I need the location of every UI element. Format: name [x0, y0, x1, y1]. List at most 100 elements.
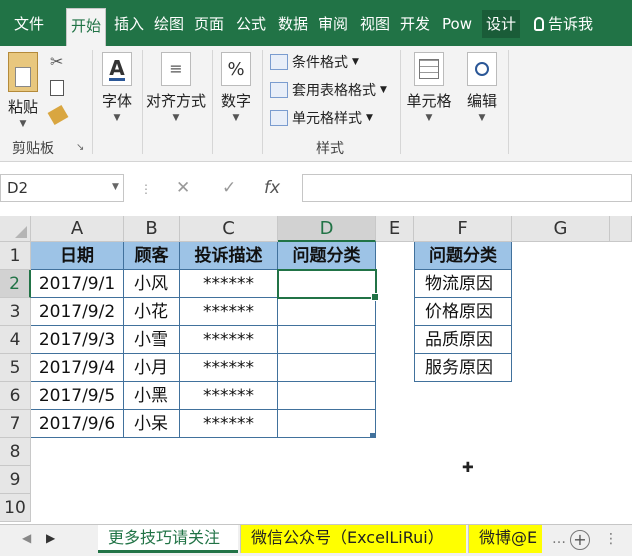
cells-button[interactable]: 单元格 ▼	[404, 52, 454, 123]
dialog-launcher-icon[interactable]: ↘	[76, 142, 84, 153]
table-cell[interactable]: 小月	[124, 354, 180, 382]
tab-draw[interactable]: 绘图	[150, 10, 186, 38]
table-cell[interactable]: ******	[180, 354, 278, 382]
lightbulb-icon	[534, 17, 544, 31]
table-cell[interactable]	[278, 410, 376, 438]
table-cell[interactable]: 2017/9/5	[31, 382, 124, 410]
category-list-item[interactable]: 品质原因	[414, 326, 512, 354]
cut-icon[interactable]: ✂	[50, 52, 63, 71]
column-header-e[interactable]: E	[376, 216, 414, 242]
paste-button[interactable]: 粘贴 ▼	[4, 52, 42, 129]
table-resize-handle[interactable]	[370, 433, 375, 438]
tab-formulas[interactable]: 公式	[232, 10, 268, 38]
category-list-item[interactable]: 物流原因	[414, 270, 512, 298]
tab-view[interactable]: 视图	[356, 10, 392, 38]
alignment-button[interactable]: ≡ 对齐方式 ▼	[144, 52, 208, 123]
row-header-6[interactable]: 6	[0, 382, 31, 410]
tab-home[interactable]: 开始	[66, 8, 106, 46]
tab-review[interactable]: 审阅	[314, 10, 350, 38]
cell-styles-button[interactable]: 单元格样式 ▼	[270, 108, 373, 128]
column-header-f[interactable]: F	[414, 216, 512, 242]
formula-input[interactable]	[302, 174, 632, 202]
worksheet-grid[interactable]: A B C D E F G 1 2 3 4 5 6 7 8 9 10 日期 顾客…	[0, 216, 632, 524]
column-header-a[interactable]: A	[31, 216, 124, 242]
table-cell[interactable]: ******	[180, 382, 278, 410]
cancel-icon[interactable]: ✕	[176, 178, 190, 198]
column-header-c[interactable]: C	[180, 216, 278, 242]
table-cell[interactable]: ******	[180, 270, 278, 298]
chevron-down-icon: ▼	[478, 113, 486, 123]
name-box[interactable]: D2	[0, 174, 124, 202]
chevron-down-icon: ▼	[380, 85, 387, 95]
table-cell[interactable]: ******	[180, 410, 278, 438]
table-cell[interactable]: 小花	[124, 298, 180, 326]
styles-group-label: 样式	[316, 141, 344, 157]
table-cell[interactable]	[278, 382, 376, 410]
editing-button[interactable]: 编辑 ▼	[462, 52, 502, 123]
format-as-table-button[interactable]: 套用表格格式 ▼	[270, 80, 387, 100]
tab-design[interactable]: 设计	[482, 10, 520, 38]
table-cell[interactable]: 小呆	[124, 410, 180, 438]
chevron-down-icon: ▼	[172, 113, 180, 123]
sheet-tab-wechat[interactable]: 微信公众号（ExcelLiRui）	[240, 525, 466, 553]
tab-developer[interactable]: 开发	[396, 10, 434, 38]
sheet-tab-more-tips[interactable]: 更多技巧请关注	[98, 525, 238, 553]
table-cell[interactable]: 小风	[124, 270, 180, 298]
chevron-down-icon[interactable]: ▼	[112, 182, 119, 192]
table-cell[interactable]	[278, 354, 376, 382]
row-header-7[interactable]: 7	[0, 410, 31, 438]
sheet-next-icon[interactable]: ▶	[46, 531, 55, 545]
table-cell[interactable]: 2017/9/4	[31, 354, 124, 382]
enter-icon[interactable]: ✓	[222, 178, 236, 198]
select-all-button[interactable]	[0, 216, 31, 242]
row-header-1[interactable]: 1	[0, 242, 31, 270]
row-header-9[interactable]: 9	[0, 466, 31, 494]
column-header-h[interactable]	[610, 216, 632, 242]
row-header-10[interactable]: 10	[0, 494, 31, 522]
row-header-8[interactable]: 8	[0, 438, 31, 466]
copy-icon[interactable]	[50, 80, 64, 96]
add-sheet-icon[interactable]: +	[570, 530, 590, 550]
tab-power[interactable]: Pow	[438, 10, 480, 38]
font-button[interactable]: A 字体 ▼	[96, 52, 138, 123]
more-sheets-icon[interactable]: …	[552, 531, 566, 547]
table-header-date[interactable]: 日期	[31, 242, 124, 270]
more-options-icon[interactable]: ⋮	[604, 531, 618, 547]
category-list-item[interactable]: 服务原因	[414, 354, 512, 382]
table-cell[interactable]: 2017/9/1	[31, 270, 124, 298]
sheet-prev-icon[interactable]: ◀	[22, 531, 31, 545]
table-cell[interactable]	[278, 326, 376, 354]
sheet-tab-weibo[interactable]: 微博@E	[468, 525, 542, 553]
table-header-category[interactable]: 问题分类	[278, 242, 376, 270]
table-cell[interactable]: ******	[180, 298, 278, 326]
conditional-formatting-button[interactable]: 条件格式 ▼	[270, 52, 359, 72]
table-cell[interactable]: 小黑	[124, 382, 180, 410]
tab-insert[interactable]: 插入	[110, 10, 146, 38]
column-header-d[interactable]: D	[278, 216, 376, 242]
format-painter-icon[interactable]	[47, 104, 69, 126]
tell-me-button[interactable]: 告诉我	[530, 10, 632, 38]
table-cell[interactable]: 2017/9/3	[31, 326, 124, 354]
row-header-2[interactable]: 2	[0, 270, 31, 298]
row-header-5[interactable]: 5	[0, 354, 31, 382]
tab-file[interactable]: 文件	[10, 10, 48, 38]
ribbon: 粘贴 ▼ ✂ 剪贴板 ↘ A 字体 ▼ ≡ 对齐方式 ▼ % 数字 ▼ 条件格式…	[0, 46, 632, 162]
tab-data[interactable]: 数据	[274, 10, 310, 38]
row-header-3[interactable]: 3	[0, 298, 31, 326]
active-cell-selection[interactable]	[277, 269, 379, 301]
table-cell[interactable]: 2017/9/6	[31, 410, 124, 438]
column-header-b[interactable]: B	[124, 216, 180, 242]
tab-page-layout[interactable]: 页面	[190, 10, 230, 38]
insert-function-icon[interactable]: fx	[264, 178, 280, 198]
table-header-complaint[interactable]: 投诉描述	[180, 242, 278, 270]
column-header-g[interactable]: G	[512, 216, 610, 242]
table-cell[interactable]: 2017/9/2	[31, 298, 124, 326]
table-cell[interactable]	[278, 298, 376, 326]
table-cell[interactable]: 小雪	[124, 326, 180, 354]
category-list-item[interactable]: 价格原因	[414, 298, 512, 326]
row-header-4[interactable]: 4	[0, 326, 31, 354]
table-cell[interactable]: ******	[180, 326, 278, 354]
category-list-header[interactable]: 问题分类	[414, 242, 512, 270]
table-header-customer[interactable]: 顾客	[124, 242, 180, 270]
number-button[interactable]: % 数字 ▼	[216, 52, 256, 123]
